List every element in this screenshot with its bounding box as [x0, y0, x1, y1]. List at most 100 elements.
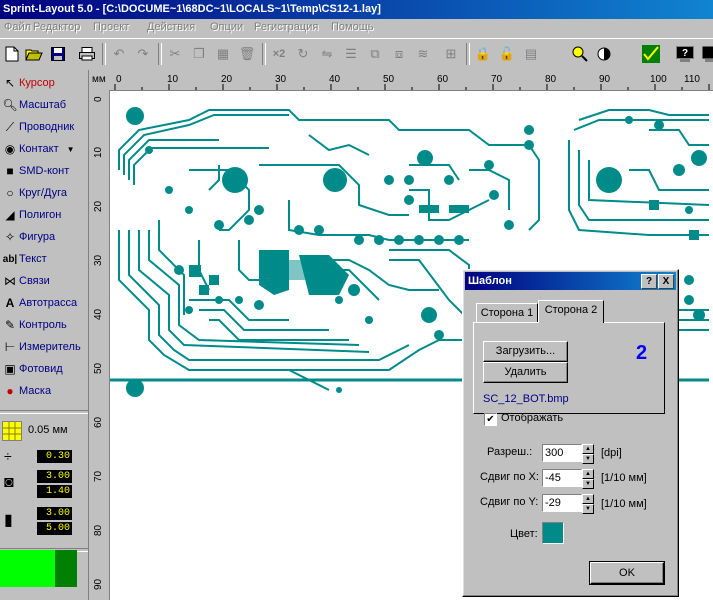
resolution-input[interactable]: 300	[542, 444, 582, 462]
spin-up-icon[interactable]: ▲	[582, 494, 594, 504]
paste-icon[interactable]: ▦	[212, 43, 234, 65]
check-icon: ✎	[4, 318, 16, 332]
menu-options[interactable]: Опции	[210, 21, 243, 33]
resolution-unit: [dpi]	[601, 447, 622, 459]
new-icon[interactable]	[1, 43, 23, 65]
measure-icon: ⊢	[4, 340, 16, 354]
text-icon: ab|	[2, 253, 18, 265]
resolution-spinner[interactable]: ▲ ▼	[582, 444, 594, 464]
show-label: Отображать	[501, 412, 564, 424]
tool-check[interactable]: ✎ Контроль	[0, 314, 88, 336]
cut-icon[interactable]: ✂	[164, 43, 186, 65]
layer-color-swatch-dark[interactable]	[55, 550, 77, 587]
tool-panel: ↖ Курсор 🔍︎ Масштаб ⟋ Проводник ◉ Контакт ▼ ■…	[0, 70, 89, 600]
window-title-bar[interactable]: Sprint-Layout 5.0 - [C:\DOCUME~1\68DC~1\…	[0, 0, 713, 19]
redo-icon[interactable]: ↷	[132, 43, 154, 65]
dialog-close-button[interactable]: X	[658, 274, 674, 289]
lock-icon[interactable]: 🔒	[472, 43, 494, 65]
ruler-tick: 0	[93, 96, 104, 102]
tool-measure[interactable]: ⊢ Измеритель	[0, 336, 88, 358]
dialog-help-button[interactable]: ?	[641, 274, 657, 289]
tool-zoom[interactable]: 🔍︎ Масштаб	[0, 94, 88, 116]
cursor-icon: ↖	[4, 76, 16, 90]
tool-mask[interactable]: ● Маска	[0, 380, 88, 402]
shift-y-spinner[interactable]: ▲ ▼	[582, 494, 594, 514]
save-icon[interactable]	[47, 43, 69, 65]
tool-photoview[interactable]: ▣ Фотовид	[0, 358, 88, 380]
print-icon[interactable]	[76, 43, 98, 65]
spin-down-icon[interactable]: ▼	[582, 454, 594, 464]
drc-icon[interactable]	[640, 43, 662, 65]
tool-cursor[interactable]: ↖ Курсор	[0, 72, 88, 94]
ungroup-icon[interactable]: ⧈	[388, 43, 410, 65]
menu-file[interactable]: Файл	[4, 21, 31, 33]
ruler-tick: 70	[93, 470, 104, 482]
ruler-tick: 50	[93, 362, 104, 374]
snap-icon[interactable]: ⊞	[440, 43, 462, 65]
measure-tb-icon[interactable]: ▤	[520, 43, 542, 65]
smd-height-field[interactable]: 5.00	[37, 522, 72, 535]
tool-polygon[interactable]: ◢ Полигон	[0, 204, 88, 226]
tool-autoroute[interactable]: A Автотрасса	[0, 292, 88, 314]
shift-x-input[interactable]: -45	[542, 469, 582, 487]
group-icon[interactable]: ⧉	[364, 43, 386, 65]
menu-project[interactable]: Проект	[93, 21, 129, 33]
menu-registration[interactable]: Регистрация	[254, 21, 318, 33]
shift-y-input[interactable]: -29	[542, 494, 582, 512]
tool-connections[interactable]: ⋈ Связи	[0, 270, 88, 292]
tool-shape[interactable]: ✧ Фигура	[0, 226, 88, 248]
toolbar-separator	[102, 43, 106, 65]
tab-side-2[interactable]: Сторона 2	[538, 300, 604, 323]
unlock-icon[interactable]: 🔓	[496, 43, 518, 65]
align-icon[interactable]: ☰	[340, 43, 362, 65]
spin-up-icon[interactable]: ▲	[582, 469, 594, 479]
menu-edit[interactable]: Редактор	[33, 21, 80, 33]
ok-button[interactable]: OK	[589, 561, 665, 585]
tool-smd-pad[interactable]: ■ SMD-конт	[0, 160, 88, 182]
tool-circle[interactable]: ○ Круг/Дуга	[0, 182, 88, 204]
undo-icon[interactable]: ↶	[108, 43, 130, 65]
mirror-icon[interactable]: ⇋	[316, 43, 338, 65]
layer-color-swatch[interactable]	[0, 550, 55, 587]
shift-x-spinner[interactable]: ▲ ▼	[582, 469, 594, 489]
tool-text[interactable]: ab| Текст	[0, 248, 88, 270]
spin-down-icon[interactable]: ▼	[582, 479, 594, 489]
tab-side-1[interactable]: Сторона 1	[476, 303, 538, 323]
contrast-icon[interactable]	[593, 43, 615, 65]
help-icon[interactable]: ?	[674, 43, 696, 65]
menu-help[interactable]: Помощь	[331, 21, 374, 33]
grid-icon[interactable]	[2, 421, 22, 441]
toolbar-separator	[466, 43, 470, 65]
ruler-tick: 10	[93, 146, 104, 158]
chevron-down-icon[interactable]: ▼	[67, 145, 75, 154]
open-icon[interactable]	[23, 43, 45, 65]
shift-x-label: Сдвиг по X:	[480, 471, 539, 483]
load-button[interactable]: Загрузить...	[483, 341, 568, 362]
pad-outer-field[interactable]: 3.00	[37, 470, 72, 483]
delete-button[interactable]: Удалить	[483, 362, 568, 383]
delete-icon[interactable]: 🗑	[236, 43, 258, 65]
svg-text:?: ?	[682, 48, 688, 59]
spin-down-icon[interactable]: ▼	[582, 504, 594, 514]
copy-icon[interactable]: ❐	[188, 43, 210, 65]
duplicate-icon[interactable]: ×2	[268, 43, 290, 65]
toolbar-separator	[158, 43, 162, 65]
ruler-tick: 40	[93, 308, 104, 320]
smd-width-field[interactable]: 3.00	[37, 507, 72, 520]
pad-inner-field[interactable]: 1.40	[37, 485, 72, 498]
track-width-field[interactable]: 0.30	[37, 450, 72, 463]
layers-icon[interactable]: ≋	[412, 43, 434, 65]
tool-track[interactable]: ⟋ Проводник	[0, 116, 88, 138]
grid-value[interactable]: 0.05 мм	[28, 424, 68, 436]
tool-pad[interactable]: ◉ Контакт ▼	[0, 138, 88, 160]
smd-size-icon: ▮	[4, 512, 13, 529]
info-icon[interactable]	[698, 43, 713, 65]
rotate-icon[interactable]: ↻	[292, 43, 314, 65]
ruler-left: 0 10 20 30 40 50 60 70 80 90	[89, 90, 110, 600]
spin-up-icon[interactable]: ▲	[582, 444, 594, 454]
color-swatch-button[interactable]	[542, 522, 564, 544]
menu-actions[interactable]: Действия	[147, 21, 195, 33]
zoom-icon[interactable]	[569, 43, 591, 65]
dialog-title-bar[interactable]: Шаблон ? X	[465, 272, 676, 290]
show-checkbox[interactable]: ✔	[484, 413, 497, 426]
